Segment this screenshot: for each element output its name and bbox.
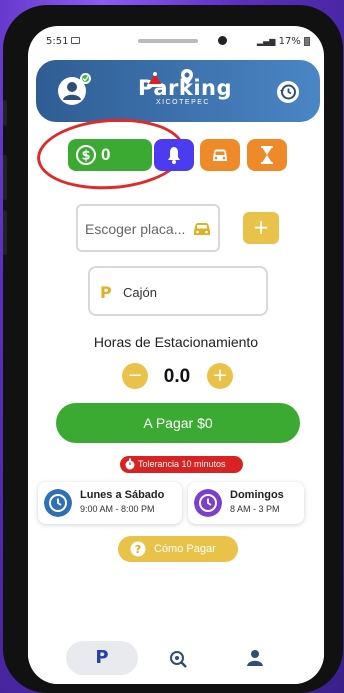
clock-icon: [194, 489, 222, 517]
car-icon: [213, 149, 227, 161]
schedule-card-sundays: Domingos 8 AM - 3 PM: [188, 482, 304, 524]
logo-subtitle: XICOTEPEC: [156, 99, 210, 106]
app-screen: 5:51 ▂▄▆ 17% Parking XICOTEPEC $ 0 Escog…: [28, 26, 324, 684]
gallery-icon: [71, 37, 80, 44]
check-icon: [82, 76, 89, 82]
phone-side-button: [3, 210, 7, 255]
santa-hat-icon: [147, 72, 163, 87]
map-pin-icon: [181, 69, 193, 85]
how-to-pay-label: Cómo Pagar: [154, 543, 216, 555]
status-bar: 5:51 ▂▄▆ 17%: [28, 26, 324, 56]
plate-placeholder: Escoger placa...: [85, 221, 186, 237]
decrease-hours-button[interactable]: −: [122, 363, 148, 389]
cajon-input[interactable]: P Cajón: [88, 266, 268, 316]
online-badge: [80, 73, 91, 84]
camera-icon: [218, 36, 227, 45]
phone-side-button: [3, 100, 7, 126]
status-right: ▂▄▆ 17%: [257, 36, 310, 47]
schedule-card-weekdays: Lunes a Sábado 9:00 AM - 8:00 PM: [38, 482, 182, 524]
parking-p-icon: P: [100, 283, 112, 302]
battery-icon: [304, 36, 310, 46]
notifications-button[interactable]: [154, 139, 194, 171]
phone-frame: 5:51 ▂▄▆ 17% Parking XICOTEPEC $ 0 Escog…: [3, 5, 343, 693]
signal-icon: ▂▄▆: [256, 37, 276, 46]
status-time: 5:51: [46, 36, 69, 47]
timer-button[interactable]: [247, 139, 287, 171]
cajon-label: Cajón: [123, 285, 157, 300]
app-logo: Parking XICOTEPEC: [138, 69, 232, 114]
svg-text:?: ?: [135, 543, 141, 556]
schedule-hours: 9:00 AM - 8:00 PM: [80, 504, 155, 514]
bell-icon: [168, 147, 180, 164]
balance-value: 0: [101, 145, 111, 164]
schedule-hours: 8 AM - 3 PM: [230, 504, 280, 514]
hours-value: 0.0: [163, 366, 191, 387]
schedule-title: Lunes a Sábado: [80, 489, 165, 501]
svg-text:$: $: [81, 149, 90, 164]
add-plate-button[interactable]: +: [243, 212, 279, 244]
balance-button[interactable]: $ 0: [68, 139, 152, 171]
bottom-nav: P: [28, 630, 324, 684]
plate-select[interactable]: Escoger placa...: [76, 204, 220, 252]
dollar-coin-icon: $: [76, 145, 96, 165]
tolerance-label: Tolerancia 10 minutos: [138, 459, 226, 469]
how-to-pay-button[interactable]: ? Cómo Pagar: [118, 536, 238, 562]
search-location-icon[interactable]: [168, 649, 188, 669]
speaker-grille: [138, 39, 198, 43]
pay-button[interactable]: A Pagar $0: [56, 403, 300, 443]
nav-parking-tab[interactable]: P: [66, 641, 138, 675]
car-icon: [194, 223, 210, 235]
vehicles-button[interactable]: [200, 139, 240, 171]
profile-icon[interactable]: [246, 649, 264, 667]
history-icon[interactable]: [276, 80, 300, 104]
help-icon: ?: [130, 541, 146, 557]
app-header: Parking XICOTEPEC: [36, 60, 320, 122]
clock-icon: [44, 489, 72, 517]
tolerance-badge: Tolerancia 10 minutos: [120, 456, 243, 473]
phone-side-button: [3, 155, 7, 200]
increase-hours-button[interactable]: +: [207, 363, 233, 389]
hourglass-icon: [261, 146, 273, 164]
hours-title: Horas de Estacionamiento: [93, 334, 259, 350]
stopwatch-icon: [125, 458, 135, 470]
schedule-title: Domingos: [230, 489, 284, 501]
battery-percent: 17%: [278, 36, 301, 47]
